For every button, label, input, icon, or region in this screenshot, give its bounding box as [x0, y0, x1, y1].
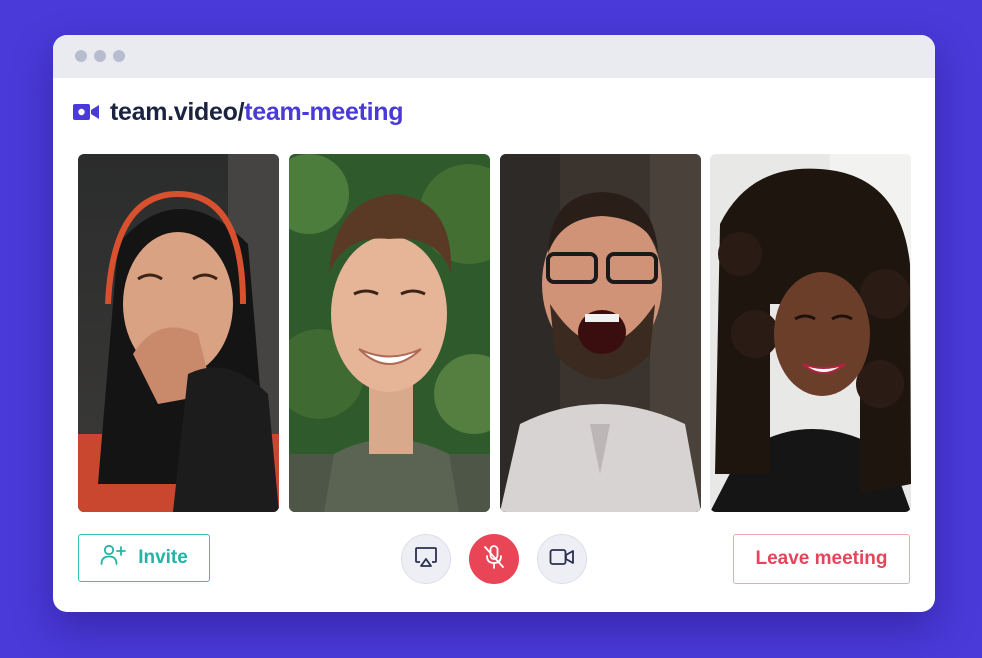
screen-share-button[interactable]: [401, 534, 451, 584]
camera-toggle-button[interactable]: [537, 534, 587, 584]
url-host: team.video: [110, 97, 238, 126]
invite-label: Invite: [138, 547, 188, 568]
participant-video-3[interactable]: [500, 154, 701, 512]
participant-video-1[interactable]: [78, 154, 279, 512]
video-camera-icon: [549, 547, 575, 572]
leave-meeting-button[interactable]: Leave meeting: [733, 534, 910, 584]
participant-video-2[interactable]: [289, 154, 490, 512]
microphone-off-icon: [482, 544, 506, 575]
window-dot-maximize[interactable]: [113, 50, 125, 62]
url-separator: /: [237, 97, 245, 126]
participant-video-4[interactable]: [710, 154, 911, 512]
mute-microphone-button[interactable]: [469, 534, 519, 584]
meeting-url: team.video / team-meeting: [73, 97, 404, 127]
window-dot-close[interactable]: [75, 50, 87, 62]
add-user-icon: [100, 543, 127, 573]
url-room: team-meeting: [244, 97, 404, 126]
window-dot-minimize[interactable]: [94, 50, 106, 62]
window-titlebar: [53, 35, 935, 78]
airplay-icon: [414, 546, 438, 573]
video-camera-icon: [73, 102, 99, 122]
leave-meeting-label: Leave meeting: [755, 548, 888, 569]
browser-window: team.video / team-meeting Invite Leave m…: [53, 35, 935, 612]
invite-button[interactable]: Invite: [78, 534, 210, 582]
